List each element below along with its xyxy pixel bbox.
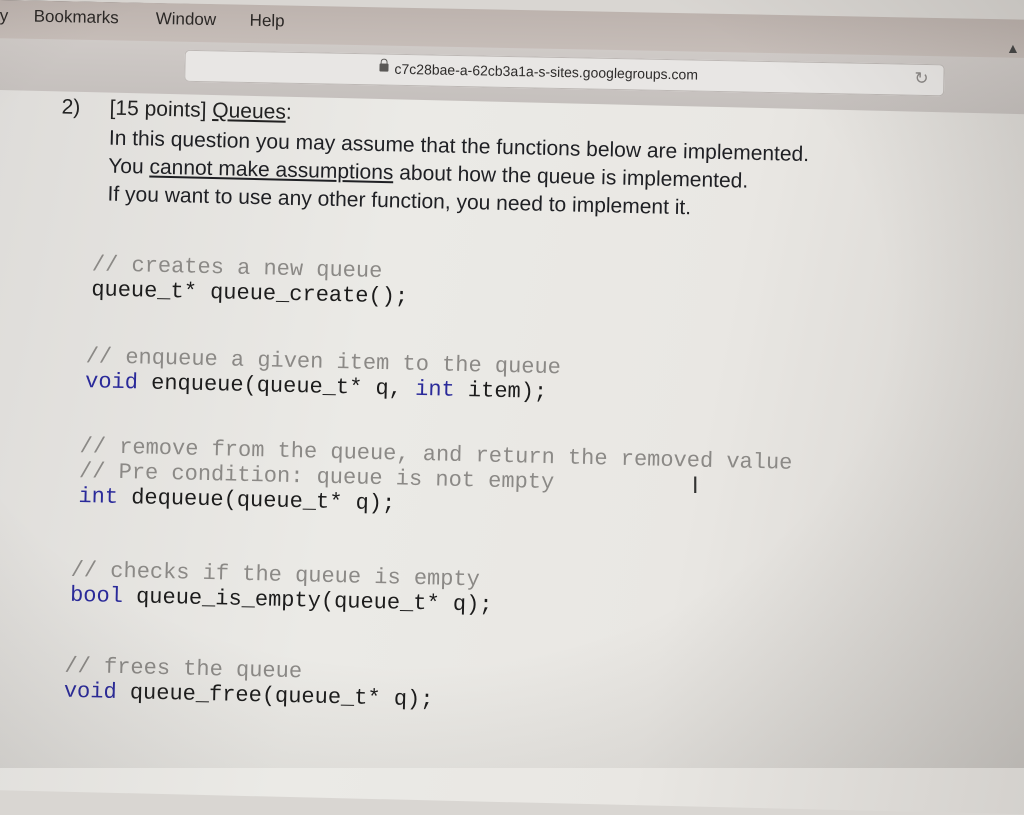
title-suffix: : [285,100,292,124]
text-cursor-icon: I [692,474,699,499]
code-block-is-empty: // checks if the queue is empty bool que… [70,558,494,618]
url-text[interactable]: c7c28bae-a-62cb3a1a-s-sites.googlegroups… [394,61,698,83]
code-signature: queue_create(); [196,279,409,310]
code-keyword: void [84,369,139,396]
line2-prefix: You [107,154,150,179]
menu-item-window[interactable]: Window [155,9,216,30]
line2-suffix: about how the queue is implemented. [393,161,749,193]
menu-item-help[interactable]: Help [249,11,284,32]
code-keyword: int [78,483,119,510]
lock-icon [379,63,389,72]
code-signature: queue_free(queue_t* q); [116,679,434,713]
code-signature: dequeue(queue_t* q); [117,484,396,517]
code-block-free: // frees the queue void queue_free(queue… [64,654,435,713]
line2-underlined: cannot make assumptions [149,155,394,185]
question-number: 2) [61,95,81,119]
code-return-type: queue_t* [91,277,198,305]
code-signature: enqueue(queue_t* q, [137,370,416,402]
menu-item-bookmarks[interactable]: Bookmarks [33,7,119,29]
page-content: 2) [15 points] Queues: In this question … [0,90,1024,815]
share-icon[interactable]: ▲ [1006,40,1022,56]
code-keyword: bool [69,582,124,610]
code-block-dequeue: // remove from the queue, and return the… [78,434,792,526]
question-points: [15 points] [109,96,213,123]
code-keyword: void [63,678,117,705]
menu-item-history[interactable]: y [0,6,8,26]
reload-icon[interactable]: ↻ [914,69,929,89]
question-title: [15 points] Queues: [109,97,292,125]
address-bar[interactable]: c7c28bae-a-62cb3a1a-s-sites.googlegroups… [184,49,945,97]
code-signature: item); [454,377,548,405]
question-topic: Queues [212,99,287,124]
code-keyword: int [414,376,456,403]
code-block-create: // creates a new queue queue_t* queue_cr… [91,252,409,309]
code-block-enqueue: // enqueue a given item to the queue voi… [85,344,561,405]
